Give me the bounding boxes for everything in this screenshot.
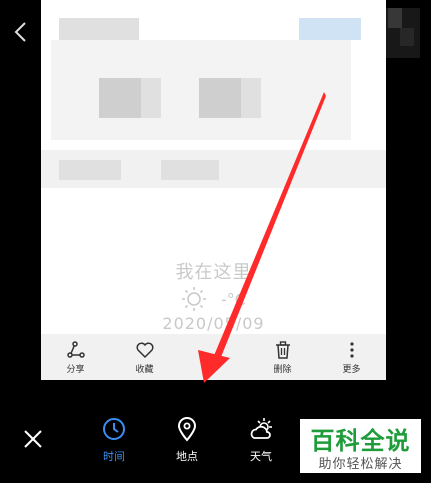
pixelated-block	[161, 160, 219, 180]
pixelated-block	[141, 78, 161, 118]
pixelated-region	[382, 8, 420, 58]
photo-preview: 我在这里 -°C 2020/05/09 分享 收藏 删除 更多	[41, 0, 386, 380]
watermark-weather: -°C	[41, 286, 386, 312]
tab-weather-label: 天气	[250, 450, 272, 463]
watermark-temperature: -°C	[221, 289, 246, 309]
share-button[interactable]: 分享	[41, 334, 110, 380]
share-label: 分享	[66, 364, 85, 375]
weather-icon	[250, 418, 272, 439]
trash-icon	[275, 340, 290, 359]
close-button[interactable]	[20, 426, 46, 452]
edit-button[interactable]	[179, 334, 248, 380]
heart-icon	[136, 342, 153, 358]
delete-label: 删除	[273, 364, 292, 375]
photo-action-bar: 分享 收藏 删除 更多	[41, 334, 386, 380]
watermark-title: 百科全说	[310, 427, 411, 455]
pixelated-block	[199, 78, 241, 118]
more-button[interactable]: 更多	[317, 334, 386, 380]
tab-location-label: 地点	[176, 450, 198, 463]
favorite-button[interactable]: 收藏	[110, 334, 179, 380]
pixelated-block	[241, 78, 261, 118]
tab-time[interactable]: 时间	[89, 416, 139, 464]
location-pin-icon	[177, 417, 197, 442]
pixelated-block	[299, 18, 361, 40]
watermark-subtitle: 助你轻松解决	[318, 457, 403, 472]
tab-weather[interactable]: 天气	[236, 416, 286, 464]
pixelated-block	[59, 160, 121, 180]
site-watermark: 百科全说 助你轻松解决	[300, 419, 421, 473]
tab-location[interactable]: 地点	[162, 416, 212, 464]
favorite-label: 收藏	[135, 364, 154, 375]
more-icon	[349, 341, 354, 358]
chevron-left-icon	[14, 22, 26, 42]
watermark-location: 我在这里	[175, 262, 252, 283]
pixelated-block	[99, 78, 141, 118]
tab-time-label: 时间	[103, 450, 125, 463]
delete-button[interactable]: 删除	[248, 334, 317, 380]
close-icon	[24, 430, 42, 448]
sun-icon	[182, 287, 207, 311]
more-label: 更多	[342, 364, 361, 375]
watermark-date: 2020/05/09	[162, 314, 265, 333]
pixelated-block	[59, 18, 139, 40]
back-button[interactable]	[10, 20, 32, 44]
pen-icon	[206, 349, 220, 364]
clock-icon	[103, 418, 125, 440]
share-icon	[66, 340, 85, 358]
